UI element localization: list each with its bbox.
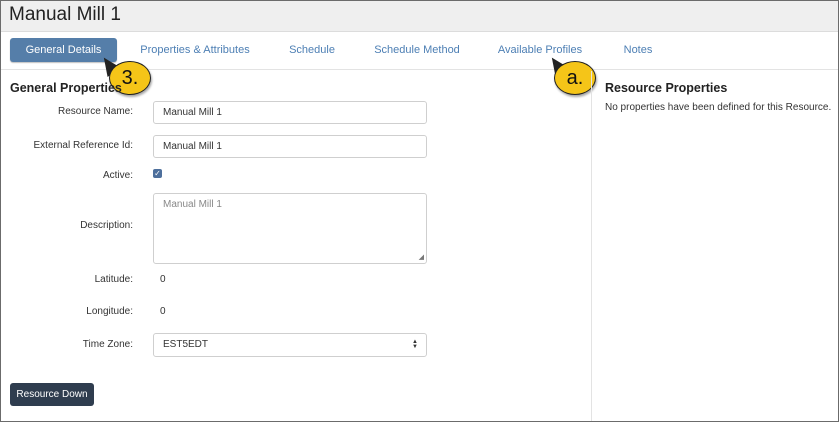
tab-notes[interactable]: Notes	[613, 38, 663, 62]
resource-down-button[interactable]: Resource Down	[10, 383, 94, 406]
latitude-value: 0	[160, 274, 166, 285]
page-title: Manual Mill 1	[9, 4, 121, 25]
tab-schedule-method[interactable]: Schedule Method	[369, 38, 465, 62]
column-divider	[591, 71, 592, 421]
latitude-label: Latitude:	[94, 274, 133, 285]
external-reference-input[interactable]: Manual Mill 1	[153, 135, 427, 158]
app-frame: Manual Mill 1 General Details Properties…	[0, 0, 839, 422]
tab-properties-attributes[interactable]: Properties & Attributes	[133, 38, 257, 62]
longitude-value: 0	[160, 306, 166, 317]
time-zone-select[interactable]: EST5EDT ▲ ▼	[153, 333, 427, 357]
resource-properties-empty: No properties have been defined for this…	[605, 102, 832, 113]
description-label: Description:	[80, 220, 133, 231]
tab-schedule[interactable]: Schedule	[281, 38, 343, 62]
tab-available-profiles[interactable]: Available Profiles	[492, 38, 588, 62]
title-bar: Manual Mill 1	[1, 1, 838, 32]
description-textarea[interactable]: Manual Mill 1 ◢	[153, 193, 427, 264]
resize-grip-icon[interactable]: ◢	[419, 254, 424, 261]
general-properties-title: General Properties	[10, 81, 122, 95]
active-checkbox[interactable]: ✓	[153, 169, 162, 178]
select-arrows-icon: ▲ ▼	[412, 338, 418, 350]
active-label: Active:	[102, 170, 133, 181]
external-reference-label: External Reference Id:	[33, 140, 134, 151]
time-zone-label: Time Zone:	[82, 339, 133, 350]
time-zone-value: EST5EDT	[163, 339, 209, 350]
resource-properties-title: Resource Properties	[605, 81, 728, 95]
callout-profiles: a.	[554, 61, 596, 95]
longitude-label: Longitude:	[86, 306, 133, 317]
resource-name-input[interactable]: Manual Mill 1	[153, 101, 427, 124]
resource-name-label: Resource Name:	[57, 106, 133, 117]
description-placeholder: Manual Mill 1	[163, 199, 222, 210]
